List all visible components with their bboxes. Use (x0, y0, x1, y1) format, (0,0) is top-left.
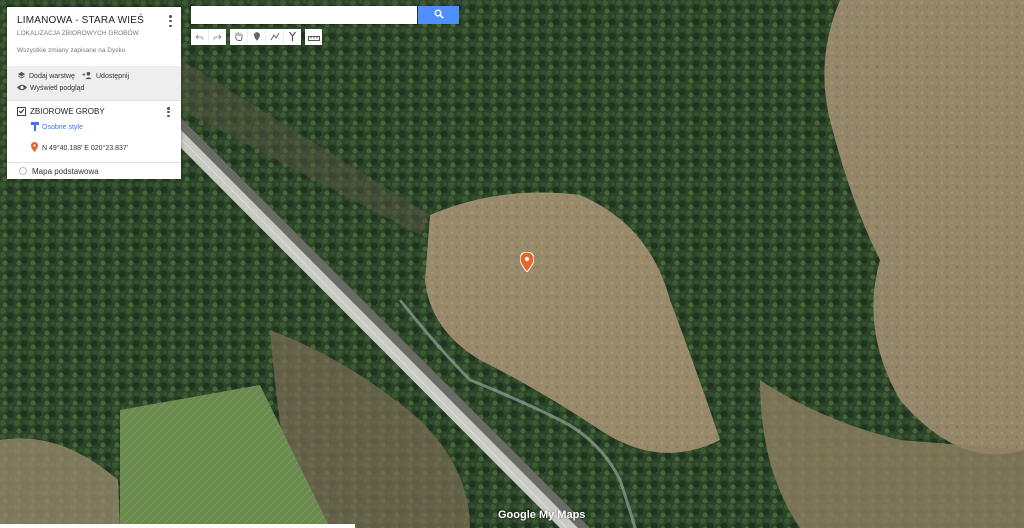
add-person-icon (82, 71, 93, 82)
directions-button[interactable] (284, 29, 301, 45)
search-button[interactable] (418, 6, 459, 24)
draw-line-button[interactable] (266, 29, 284, 45)
preview-button[interactable]: Wyświetl podgląd (17, 84, 84, 93)
undo-button[interactable] (191, 29, 209, 45)
history-group (191, 29, 226, 45)
draw-line-icon (270, 28, 280, 46)
google-logo-text: Google (498, 509, 536, 521)
layer-name[interactable]: ZBIOROWE GROBY (30, 107, 105, 116)
search-input[interactable] (191, 6, 417, 24)
style-label: Osobne style (42, 124, 83, 131)
layer-section: ZBIOROWE GROBY Osobne style N 49°40.188'… (7, 100, 181, 154)
place-name: N 49°40.188' E 020°23.837' (42, 144, 129, 152)
map-options-icon[interactable] (169, 15, 173, 27)
layers-icon (17, 71, 26, 82)
style-link[interactable]: Osobne style (31, 122, 171, 133)
add-layer-label: Dodaj warstwę (29, 73, 75, 80)
place-item[interactable]: N 49°40.188' E 020°23.837' (31, 142, 171, 154)
search-icon (434, 6, 444, 24)
google-my-maps-logo: Google My Maps (498, 509, 585, 521)
layer-visibility-checkbox[interactable] (17, 107, 26, 116)
measure-button[interactable] (305, 29, 322, 45)
measure-group (305, 29, 322, 45)
add-layer-button[interactable]: Dodaj warstwę (17, 71, 75, 82)
save-status: Wszystkie zmiany zapisane na Dysku (17, 47, 126, 54)
share-button[interactable]: Udostępnij (82, 71, 129, 82)
place-marker-icon (31, 142, 38, 154)
ruler-icon (307, 28, 320, 46)
marker-icon (253, 28, 260, 46)
base-map-toggle[interactable]: Mapa podstawowa (7, 162, 181, 179)
map-panel: LIMANOWA - STARA WIEŚ LOKALIZACJA ZBIORO… (7, 7, 181, 179)
share-label: Udostępnij (96, 73, 130, 80)
hand-icon (234, 28, 243, 46)
select-tool-button[interactable] (230, 29, 248, 45)
directions-icon (288, 28, 297, 46)
my-maps-logo-text: My Maps (535, 509, 586, 521)
base-map-label: Mapa podstawowa (32, 166, 99, 176)
map-toolbar (191, 29, 322, 45)
redo-icon (213, 28, 222, 46)
map-subtitle[interactable]: LOKALIZACJA ZBIOROWYCH GROBÓW (17, 30, 171, 37)
redo-button[interactable] (209, 29, 226, 45)
paint-roller-icon (31, 122, 39, 133)
location-marker-icon[interactable] (519, 251, 535, 277)
tools-group (230, 29, 301, 45)
add-marker-button[interactable] (248, 29, 266, 45)
map-title[interactable]: LIMANOWA - STARA WIEŚ (17, 15, 171, 26)
panel-header: LIMANOWA - STARA WIEŚ LOKALIZACJA ZBIORO… (7, 7, 181, 60)
layer-options-icon[interactable] (167, 107, 171, 117)
preview-label: Wyświetl podgląd (30, 85, 85, 92)
undo-icon (195, 28, 204, 46)
panel-actions: Dodaj warstwę Udostępnij Wyświetl podglą… (7, 66, 181, 100)
eye-icon (17, 84, 27, 93)
bottom-bar (0, 524, 355, 528)
chevron-down-icon (19, 167, 27, 175)
